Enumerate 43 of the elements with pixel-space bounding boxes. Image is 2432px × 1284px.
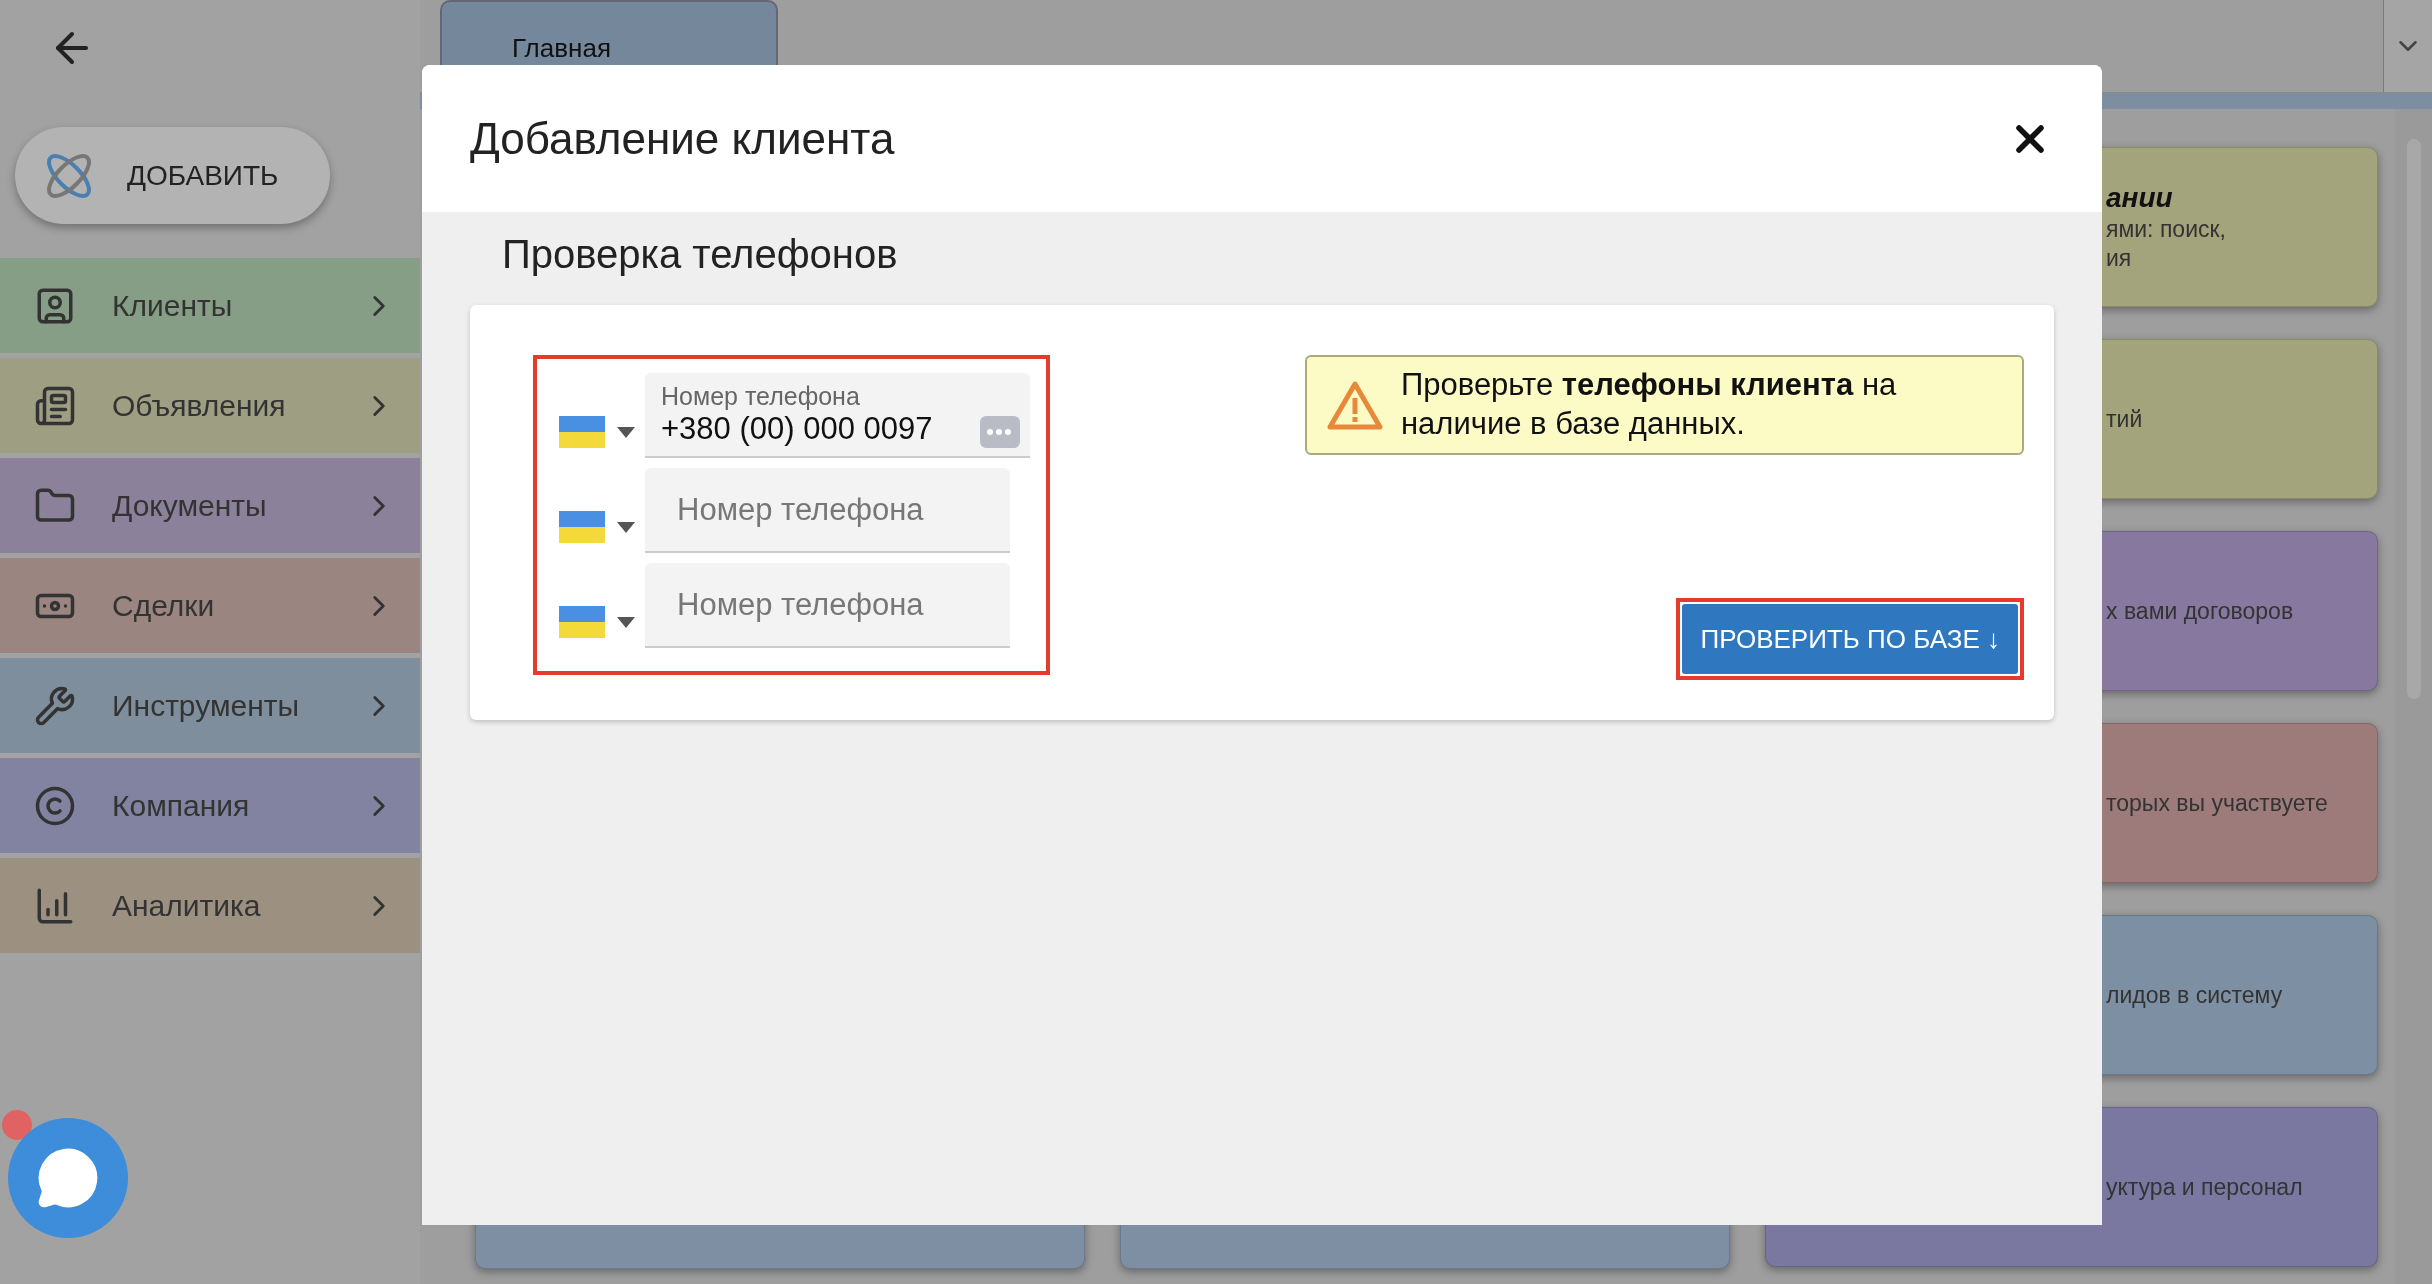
sidebar-item-label: Клиенты <box>112 288 234 323</box>
phone-field[interactable]: Номер телефона +380 (00) 000 0097 <box>645 373 1030 458</box>
phone-field[interactable]: Номер телефона <box>645 563 1010 648</box>
card-text: уктура и персонал <box>2106 1173 2304 1201</box>
caret-icon <box>617 426 635 438</box>
phone-input[interactable]: +380 (00) 000 0097 <box>661 411 961 447</box>
card-text: ия <box>2106 245 2133 272</box>
sidebar-item-label: Аналитика <box>112 888 262 923</box>
chat-icon <box>36 1146 100 1210</box>
phone-field[interactable]: Номер телефона <box>645 468 1010 553</box>
dialog-title: Добавление клиента <box>470 113 895 164</box>
sidebar-item[interactable]: Аналитика <box>0 858 420 953</box>
sidebar-item-label: Инструменты <box>112 688 301 723</box>
sidebar-item[interactable]: Сделки <box>0 558 420 653</box>
add-button[interactable]: ДОБАВИТЬ <box>15 127 330 224</box>
field-label: Номер телефона <box>661 382 861 411</box>
flag-icon <box>559 606 605 638</box>
card-text: тий <box>2106 405 2144 433</box>
flag-icon <box>559 511 605 543</box>
sidebar-item[interactable]: Инструменты <box>0 658 420 753</box>
card-text: лидов в систему <box>2106 981 2284 1009</box>
card-text: х вами договоров <box>2106 597 2295 625</box>
check-database-button[interactable]: ПРОВЕРИТЬ ПО БАЗЕ ↓ <box>1682 604 2018 674</box>
warning-icon <box>1327 380 1383 430</box>
sidebar-item[interactable]: Документы <box>0 458 420 553</box>
sidebar-item-label: Компания <box>112 788 251 823</box>
sidebar-item-label: Объявления <box>112 388 287 423</box>
sidebar-item-label: Документы <box>112 488 268 523</box>
flag-icon <box>559 416 605 448</box>
sidebar-item[interactable]: Клиенты <box>0 258 420 353</box>
sidebar-item[interactable]: Компания <box>0 758 420 853</box>
caret-icon <box>617 616 635 628</box>
newspaper-icon <box>34 384 76 427</box>
alert-text: Проверьте телефоны клиента на наличие в базе данных. <box>1401 366 1898 443</box>
card-text: торых вы участвуете <box>2106 789 2329 817</box>
card-title: ании <box>2106 182 2174 214</box>
wrench-icon <box>34 684 76 727</box>
copyright-icon <box>34 784 76 827</box>
caret-icon <box>617 521 635 533</box>
card-text: ями: поиск, <box>2106 216 2227 243</box>
section-title: Проверка телефонов <box>502 232 899 277</box>
sidebar-item-label: Сделки <box>112 588 216 623</box>
sidebar-item[interactable]: Объявления <box>0 358 420 453</box>
